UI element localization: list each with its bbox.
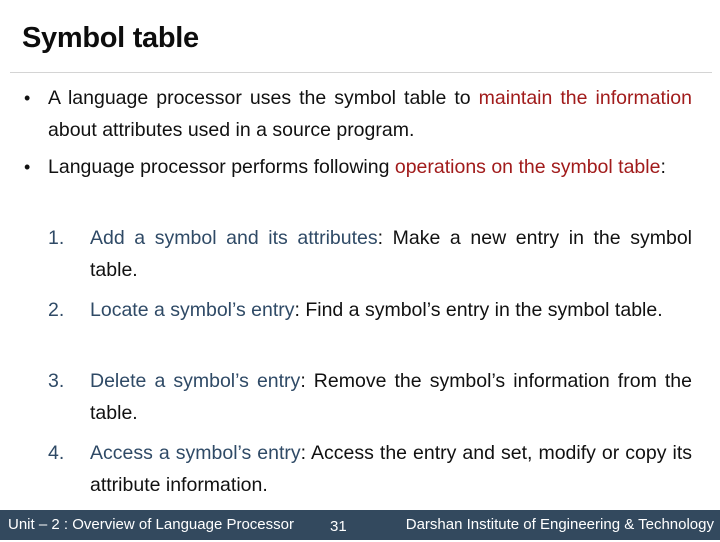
footer-institute: Darshan Institute of Engineering & Techn… [405,516,714,533]
operation-term: Add a symbol and its attributes [90,227,378,249]
bullet-text: : [660,156,666,178]
highlight-text: maintain the information [478,87,692,109]
bullet-text: Language processor performs following [48,156,395,178]
slide-title: Symbol table [22,22,199,54]
bullet-icon: • [24,88,31,108]
bullet-text: A language processor uses the symbol tab… [48,87,479,109]
list-number: 2. [48,299,65,321]
operation-term: Access a symbol’s entry [90,442,301,464]
page-number: 31 [330,518,347,535]
operation-item-4: 4. Access a symbol’s entry: Access the e… [48,437,692,501]
footer-unit-title: Unit – 2 : Overview of Language Processo… [8,516,294,533]
operation-term: Delete a symbol’s entry [90,370,301,392]
list-number: 3. [48,370,65,392]
highlight-text: operations on the symbol table [394,156,661,178]
bullet-item-1: • A language processor uses the symbol t… [24,82,692,146]
operation-item-3: 3. Delete a symbol’s entry: Remove the s… [48,365,692,429]
bullet-text: about attributes used in a source progra… [48,119,415,141]
title-divider [10,72,712,73]
operation-description: : Find a symbol’s entry in the symbol ta… [294,299,663,321]
slide-footer: Unit – 2 : Overview of Language Processo… [0,510,720,540]
list-number: 1. [48,227,65,249]
operation-term: Locate a symbol’s entry [90,299,295,321]
operation-item-1: 1. Add a symbol and its attributes: Make… [48,222,692,286]
bullet-icon: • [24,157,31,177]
bullet-item-2: • Language processor performs following … [24,151,692,183]
operation-item-2: 2. Locate a symbol’s entry: Find a symbo… [48,294,692,326]
list-number: 4. [48,442,65,464]
